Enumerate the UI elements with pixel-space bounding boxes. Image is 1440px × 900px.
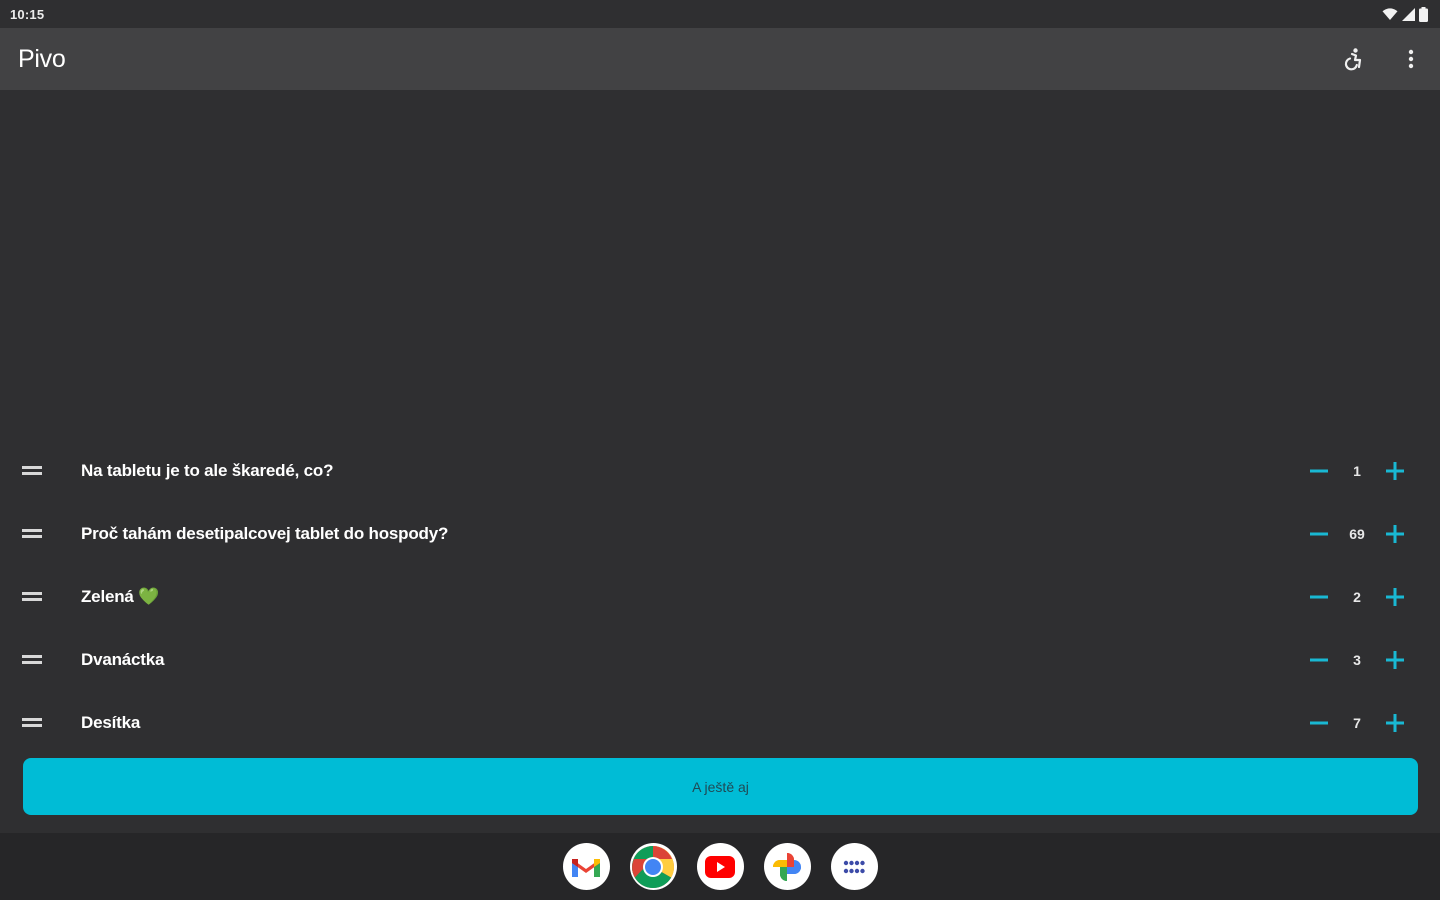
taskbar — [0, 833, 1440, 900]
minus-icon — [1310, 721, 1328, 724]
accessibility-icon — [1344, 48, 1362, 71]
app-drawer-icon — [843, 860, 865, 873]
app-actions — [1338, 44, 1426, 74]
wifi-icon — [1382, 7, 1398, 20]
decrement-button[interactable] — [1304, 456, 1334, 486]
increment-button[interactable] — [1380, 708, 1410, 738]
item-count: 7 — [1353, 714, 1361, 731]
signal-icon — [1402, 7, 1415, 21]
more-vert-icon — [1408, 49, 1414, 69]
drag-handle-icon[interactable] — [22, 464, 42, 478]
decrement-button[interactable] — [1304, 708, 1334, 738]
plus-icon — [1386, 461, 1404, 480]
list-item: Dvanáctka 3 — [0, 628, 1440, 691]
status-icons — [1382, 6, 1428, 22]
item-count: 2 — [1353, 588, 1361, 605]
increment-button[interactable] — [1380, 519, 1410, 549]
increment-button[interactable] — [1380, 645, 1410, 675]
minus-icon — [1310, 532, 1328, 535]
decrement-button[interactable] — [1304, 519, 1334, 549]
quantity-stepper: 7 — [1302, 703, 1412, 743]
quantity-stepper: 3 — [1302, 640, 1412, 680]
list-item: Na tabletu je to ale škaredé, co? 1 — [0, 439, 1440, 502]
plus-icon — [1386, 650, 1404, 669]
item-label: Desítka — [81, 712, 141, 732]
youtube-icon — [705, 855, 735, 878]
item-label: Zelená 💚 — [81, 586, 160, 606]
plus-icon — [1386, 713, 1404, 732]
quantity-stepper: 1 — [1302, 451, 1412, 491]
minus-icon — [1310, 595, 1328, 598]
youtube-app[interactable] — [696, 843, 744, 890]
photos-icon — [773, 852, 801, 881]
drag-handle-icon[interactable] — [22, 716, 42, 730]
item-label: Na tabletu je to ale škaredé, co? — [81, 460, 334, 480]
status-bar: 10:15 — [0, 0, 1440, 28]
decrement-button[interactable] — [1304, 582, 1334, 612]
status-time: 10:15 — [10, 6, 45, 22]
list-item: Desítka 7 — [0, 691, 1440, 754]
add-more-button[interactable]: A ještě aj — [23, 758, 1418, 815]
item-count: 1 — [1353, 462, 1361, 479]
gmail-icon — [572, 859, 600, 877]
list-item: Zelená 💚 2 — [0, 565, 1440, 628]
drag-handle-icon[interactable] — [22, 527, 42, 541]
plus-icon — [1386, 524, 1404, 543]
chrome-app[interactable] — [629, 843, 677, 890]
app-bar: Pivo — [0, 28, 1440, 90]
increment-button[interactable] — [1380, 456, 1410, 486]
chrome-icon — [631, 845, 675, 888]
drag-handle-icon[interactable] — [22, 590, 42, 604]
plus-icon — [1386, 587, 1404, 606]
app-title: Pivo — [18, 44, 66, 73]
item-label: Dvanáctka — [81, 649, 165, 669]
decrement-button[interactable] — [1304, 645, 1334, 675]
item-count: 3 — [1353, 651, 1361, 668]
gmail-app[interactable] — [562, 843, 610, 890]
minus-icon — [1310, 469, 1328, 472]
quantity-stepper: 69 — [1302, 514, 1412, 554]
list-item: Proč tahám desetipalcovej tablet do hosp… — [0, 502, 1440, 565]
item-label: Proč tahám desetipalcovej tablet do hosp… — [81, 523, 449, 543]
battery-icon — [1419, 6, 1428, 22]
minus-icon — [1310, 658, 1328, 661]
overflow-menu-button[interactable] — [1396, 44, 1426, 74]
app-drawer[interactable] — [830, 843, 878, 890]
accessibility-button[interactable] — [1338, 44, 1368, 74]
increment-button[interactable] — [1380, 582, 1410, 612]
item-count: 69 — [1349, 525, 1365, 542]
quantity-stepper: 2 — [1302, 577, 1412, 617]
drag-handle-icon[interactable] — [22, 653, 42, 667]
photos-app[interactable] — [763, 843, 811, 890]
